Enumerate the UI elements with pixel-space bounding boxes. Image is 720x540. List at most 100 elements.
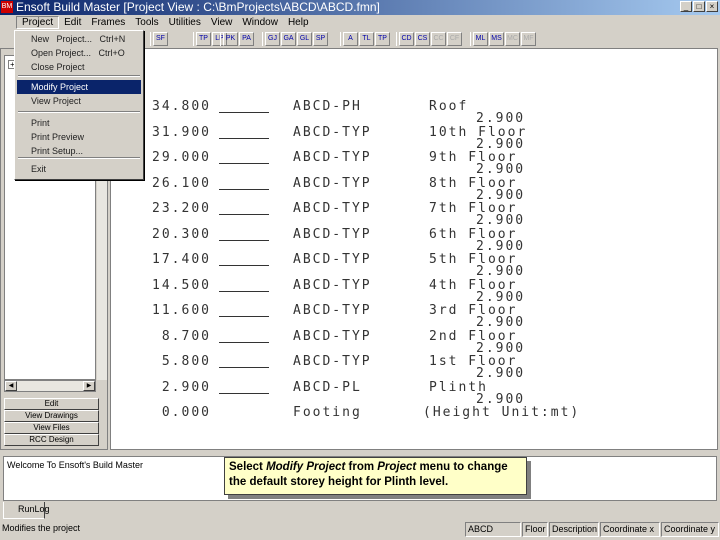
toolbar-group: A TL TP — [340, 32, 390, 46]
project-menu-dropdown: New Project... Ctrl+N Open Project... Ctr… — [14, 30, 144, 180]
status-description: Description — [549, 522, 599, 537]
level-line — [219, 163, 269, 164]
toolbar-button-tp[interactable]: TP — [375, 32, 390, 46]
status-message: Modifies the project — [2, 523, 81, 533]
menu-item-print6[interactable]: Print Preview — [17, 130, 141, 144]
scroll-right-button[interactable]: ▶ — [83, 381, 95, 391]
menu-item-view4[interactable]: View Project — [17, 94, 141, 108]
menu-item-new0[interactable]: New Project... Ctrl+N — [17, 32, 141, 46]
instruction-callout: Select Modify Project from Project menu … — [224, 457, 527, 495]
toolbar-button-cf[interactable]: CF — [447, 32, 462, 46]
toolbar-group: ML MS MC MF — [470, 32, 536, 46]
window-controls: _ □ × — [680, 1, 718, 12]
toolbar-button-a[interactable]: A — [343, 32, 358, 46]
toolbar-button-cs[interactable]: CS — [415, 32, 430, 46]
scroll-left-button[interactable]: ◀ — [5, 381, 17, 391]
level-line — [219, 367, 269, 368]
toolbar-group: SF — [150, 32, 168, 46]
window-title: Ensoft Build Master [Project View : C:\B… — [16, 0, 380, 14]
toolbar-button-ga[interactable]: GA — [281, 32, 296, 46]
nav-button-view-drawings[interactable]: View Drawings — [4, 410, 99, 422]
menu-item-open1[interactable]: Open Project... Ctrl+O — [17, 46, 141, 60]
level-line — [219, 188, 269, 190]
nav-button-view-files[interactable]: View Files — [4, 422, 99, 434]
toolbar-button-pa[interactable]: PA — [239, 32, 254, 46]
toolbar-button-tp[interactable]: TP — [196, 32, 211, 46]
menu-item-exit8[interactable]: Exit — [17, 162, 141, 176]
toolbar-button-gj[interactable]: GJ — [265, 32, 280, 46]
menu-item-print5[interactable]: Print — [17, 116, 141, 130]
level-elevation: 8.700 — [161, 328, 211, 344]
level-line — [219, 239, 269, 241]
toolbar-button-mc[interactable]: MC — [505, 32, 520, 46]
level-name: ABCD-PH — [293, 99, 362, 114]
level-name: ABCD-PL — [293, 379, 362, 395]
nav-button-rcc-design[interactable]: RCC Design — [4, 434, 99, 446]
level-elevation: 14.500 — [152, 277, 211, 293]
status-coordinate-x: Coordinate x — [600, 522, 660, 537]
toolbar-button-mf[interactable]: MF — [521, 32, 536, 46]
level-line — [219, 392, 269, 394]
level-name: ABCD-TYP — [293, 226, 372, 242]
toolbar-button-ms[interactable]: MS — [489, 32, 504, 46]
status-bar: Modifies the project ABCD Floor Descript… — [0, 521, 720, 538]
level-floor: (Height Unit:mt) — [423, 405, 581, 420]
level-name: Footing — [293, 405, 362, 420]
menu-view[interactable]: View — [206, 17, 238, 28]
menu-frames[interactable]: Frames — [86, 17, 130, 28]
toolbar-group: CD CS CC CF — [396, 32, 462, 46]
menu-item-modify3[interactable]: Modify Project — [17, 80, 141, 94]
menu-project[interactable]: Project — [16, 16, 60, 29]
menu-window[interactable]: Window — [237, 17, 283, 28]
tree-horizontal-scrollbar[interactable]: ◀ ▶ — [4, 380, 96, 392]
tab-runlog[interactable]: RunLog — [3, 502, 50, 519]
status-coordinate-y: Coordinate y — [661, 522, 719, 537]
level-elevation: 2.900 — [161, 379, 211, 395]
level-name: ABCD-TYP — [293, 150, 372, 165]
menu-item-close2[interactable]: Close Project — [17, 60, 141, 74]
level-name: ABCD-TYP — [293, 328, 372, 344]
toolbar-button-gl[interactable]: GL — [297, 32, 312, 46]
level-elevation: 20.300 — [152, 226, 211, 242]
nav-button-edit[interactable]: Edit — [4, 398, 99, 410]
close-button[interactable]: × — [706, 1, 718, 12]
menu-tools[interactable]: Tools — [130, 17, 163, 28]
level-elevation: 0.000 — [161, 405, 211, 420]
level-name: ABCD-TYP — [293, 252, 372, 267]
status-project: ABCD — [465, 522, 521, 537]
toolbar-button-cd[interactable]: CD — [399, 32, 414, 46]
tab-label: RunLog — [18, 504, 50, 514]
toolbar-button-cc[interactable]: CC — [431, 32, 446, 46]
menu-help[interactable]: Help — [283, 17, 314, 28]
level-line — [219, 112, 269, 113]
output-text: Welcome To Ensoft's Build Master — [7, 460, 143, 470]
toolbar-button-ml[interactable]: ML — [473, 32, 488, 46]
menu-edit[interactable]: Edit — [59, 17, 86, 28]
level-floor: Roof — [429, 99, 469, 114]
project-view: 34.800 ABCD-PH Roof 2.900 31.900 ABCD-TYP 10th… — [110, 48, 718, 450]
toolbar-button-sp[interactable]: SP — [313, 32, 328, 46]
level-elevation: 5.800 — [161, 354, 211, 369]
level-name: ABCD-TYP — [293, 175, 372, 191]
app-icon: BM — [1, 1, 13, 13]
toolbar-button-tl[interactable]: TL — [359, 32, 374, 46]
level-line — [219, 290, 269, 292]
menu-utilities[interactable]: Utilities — [164, 17, 206, 28]
title-bar: Ensoft Build Master [Project View : C:\B… — [0, 0, 720, 15]
toolbar-button-pk[interactable]: PK — [223, 32, 238, 46]
level-name: ABCD-TYP — [293, 201, 372, 216]
toolbar-group: PK PA — [220, 32, 254, 46]
menu-item-print7[interactable]: Print Setup... — [17, 144, 141, 158]
level-name: ABCD-TYP — [293, 124, 372, 140]
level-elevation: 23.200 — [152, 201, 211, 216]
menu-separator — [18, 157, 140, 159]
level-name: ABCD-TYP — [293, 277, 372, 293]
level-elevation: 17.400 — [152, 252, 211, 267]
menu-bar: Project Edit Frames Tools Utilities View Windo… — [0, 15, 720, 30]
status-floor: Floor — [522, 522, 548, 537]
minimize-button[interactable]: _ — [680, 1, 692, 12]
level-elevation: 11.600 — [152, 303, 211, 318]
maximize-button[interactable]: □ — [693, 1, 705, 12]
level-line — [219, 341, 269, 343]
toolbar-button-sf[interactable]: SF — [153, 32, 168, 46]
